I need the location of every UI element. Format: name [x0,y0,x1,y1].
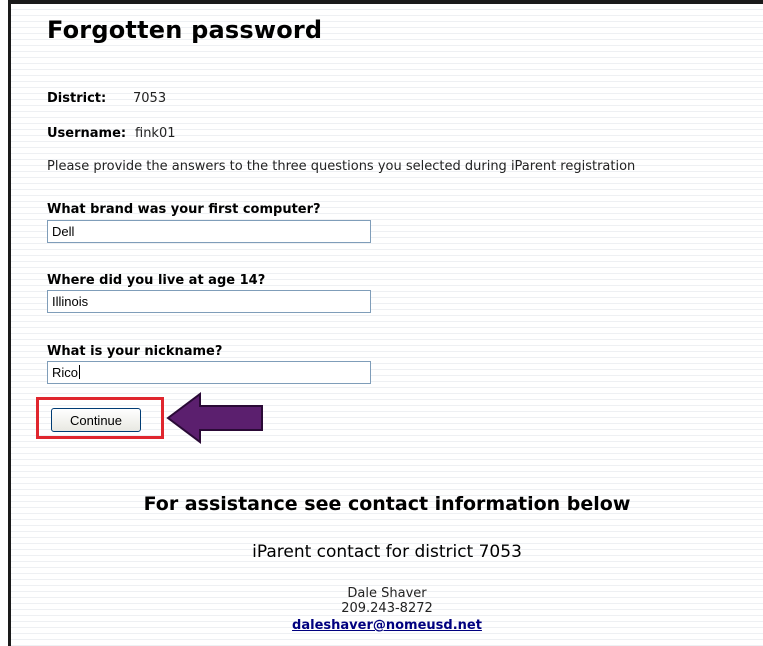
question-3-answer-value: Rico [52,365,79,380]
contact-email-row: daleshaver@nomeusd.net [11,618,763,633]
question-1-label: What brand was your first computer? [47,202,321,217]
district-label: District: [47,91,107,106]
contact-title: iParent contact for district 7053 [252,542,522,562]
contact-phone: 209.243-8272 [341,601,433,616]
contact-name: Dale Shaver [347,586,427,601]
question-3-label: What is your nickname? [47,344,223,359]
question-2-answer-value: Illinois [52,294,89,309]
question-2-label: Where did you live at age 14? [47,273,266,288]
district-value: 7053 [133,91,167,106]
question-2-answer-input[interactable]: Illinois [47,290,371,313]
username-label: Username: [47,126,127,141]
page-title: Forgotten password [47,16,323,44]
username-row: Username: fink01 [47,126,176,141]
district-row: District: 7053 [47,91,166,106]
continue-button[interactable]: Continue [51,408,141,432]
contact-email-link[interactable]: daleshaver@nomeusd.net [292,618,482,633]
assistance-heading: For assistance see contact information b… [143,493,631,515]
question-1-answer-input[interactable]: Dell [47,220,371,243]
question-3-answer-input[interactable]: Rico [47,361,371,384]
instruction-text: Please provide the answers to the three … [47,159,636,174]
question-1-answer-value: Dell [52,224,75,239]
username-value: fink01 [135,126,176,141]
text-cursor [79,365,81,379]
pointer-arrow-icon [166,392,263,444]
